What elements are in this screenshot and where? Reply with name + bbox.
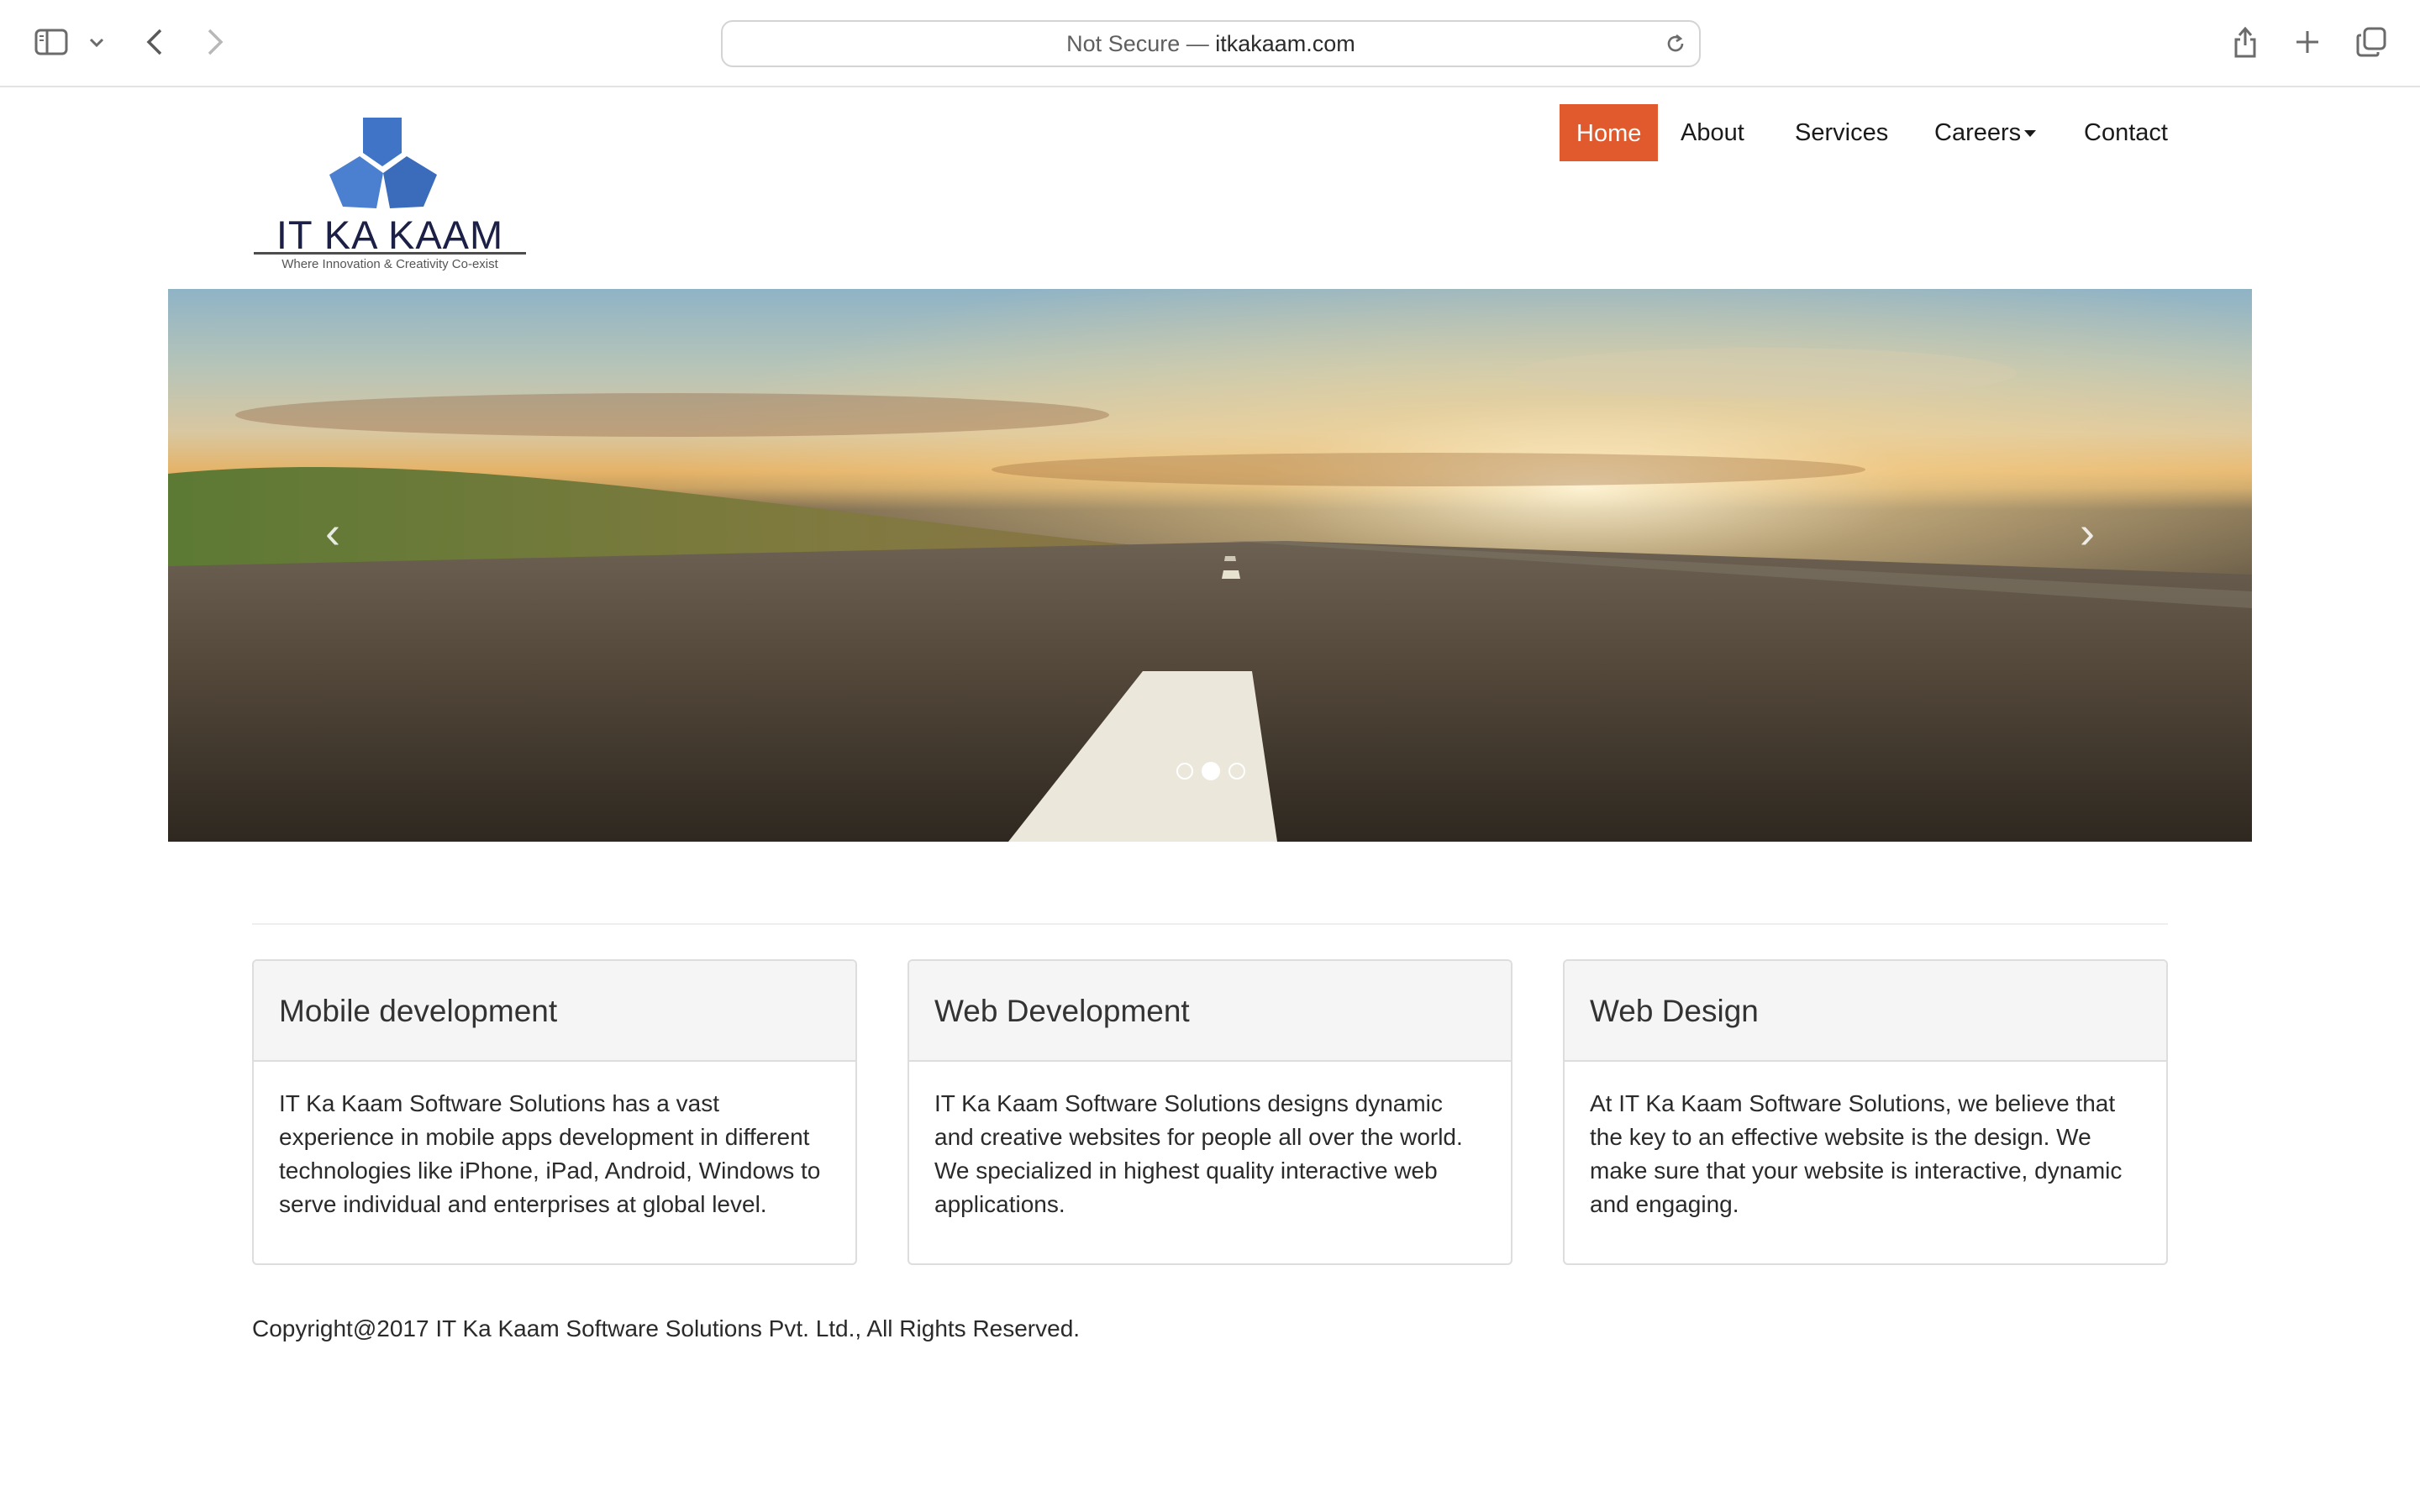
back-icon[interactable] bbox=[139, 25, 170, 59]
panel-body: IT Ka Kaam Software Solutions has a vast… bbox=[279, 1090, 821, 1217]
caret-down-icon bbox=[2024, 130, 2037, 138]
carousel-prev-button[interactable]: ‹ bbox=[316, 499, 350, 566]
address-bar[interactable]: Not Secure — itkakaam.com bbox=[721, 20, 1701, 67]
hero-carousel[interactable]: ‹ › bbox=[168, 289, 2252, 842]
nav-about[interactable]: About bbox=[1681, 104, 1744, 161]
panel-body: At IT Ka Kaam Software Solutions, we bel… bbox=[1590, 1090, 2123, 1217]
address-host: itkakaam.com bbox=[1215, 31, 1355, 56]
nav-home-label: Home bbox=[1576, 120, 1642, 147]
footer-copyright: Copyright@2017 IT Ka Kaam Software Solut… bbox=[252, 1315, 1081, 1341]
hero-road-image bbox=[168, 289, 2252, 842]
nav-services-label: Services bbox=[1795, 119, 1889, 146]
tab-overview-icon[interactable] bbox=[2354, 25, 2388, 59]
security-status: Not Secure — bbox=[1066, 31, 1216, 56]
panel-mobile-development: Mobile development IT Ka Kaam Software S… bbox=[252, 959, 857, 1265]
forward-icon[interactable] bbox=[200, 25, 230, 59]
nav-about-label: About bbox=[1681, 119, 1744, 146]
sidebar-toggle-icon[interactable] bbox=[32, 25, 71, 59]
panel-title: Web Development bbox=[909, 961, 1511, 1062]
reload-icon[interactable] bbox=[1664, 32, 1687, 55]
nav-contact-label: Contact bbox=[2084, 119, 2168, 146]
share-icon[interactable] bbox=[2230, 24, 2260, 60]
section-divider bbox=[252, 923, 2168, 925]
nav-services[interactable]: Services bbox=[1795, 104, 1888, 161]
new-tab-icon[interactable] bbox=[2292, 27, 2323, 57]
site-logo[interactable]: IT KA KAAM Where Innovation & Creativity… bbox=[250, 113, 529, 277]
carousel-next-button[interactable]: › bbox=[2070, 499, 2104, 566]
panel-title: Mobile development bbox=[254, 961, 855, 1062]
logo-underline bbox=[254, 252, 526, 255]
address-text: Not Secure — itkakaam.com bbox=[723, 22, 1699, 66]
nav-careers-label: Careers bbox=[1934, 119, 2022, 146]
carousel-indicator-active[interactable] bbox=[1202, 762, 1220, 780]
panel-web-design: Web Design At IT Ka Kaam Software Soluti… bbox=[1563, 959, 2168, 1265]
browser-toolbar: Not Secure — itkakaam.com bbox=[0, 0, 2420, 87]
logo-mark-icon bbox=[329, 118, 437, 208]
logo-tagline: Where Innovation & Creativity Co-exist bbox=[281, 257, 498, 271]
chevron-down-icon[interactable] bbox=[86, 32, 108, 54]
carousel-indicator[interactable] bbox=[1176, 763, 1193, 780]
logo-title: IT KA KAAM bbox=[276, 213, 504, 257]
panel-body: IT Ka Kaam Software Solutions designs dy… bbox=[934, 1090, 1463, 1217]
panel-web-development: Web Development IT Ka Kaam Software Solu… bbox=[908, 959, 1512, 1265]
nav-home[interactable]: Home bbox=[1560, 104, 1659, 161]
nav-careers[interactable]: Careers bbox=[1934, 104, 2037, 161]
carousel-indicators bbox=[1176, 762, 1260, 781]
panel-title: Web Design bbox=[1565, 961, 2166, 1062]
carousel-indicator[interactable] bbox=[1228, 763, 1245, 780]
nav-contact[interactable]: Contact bbox=[2084, 104, 2168, 161]
